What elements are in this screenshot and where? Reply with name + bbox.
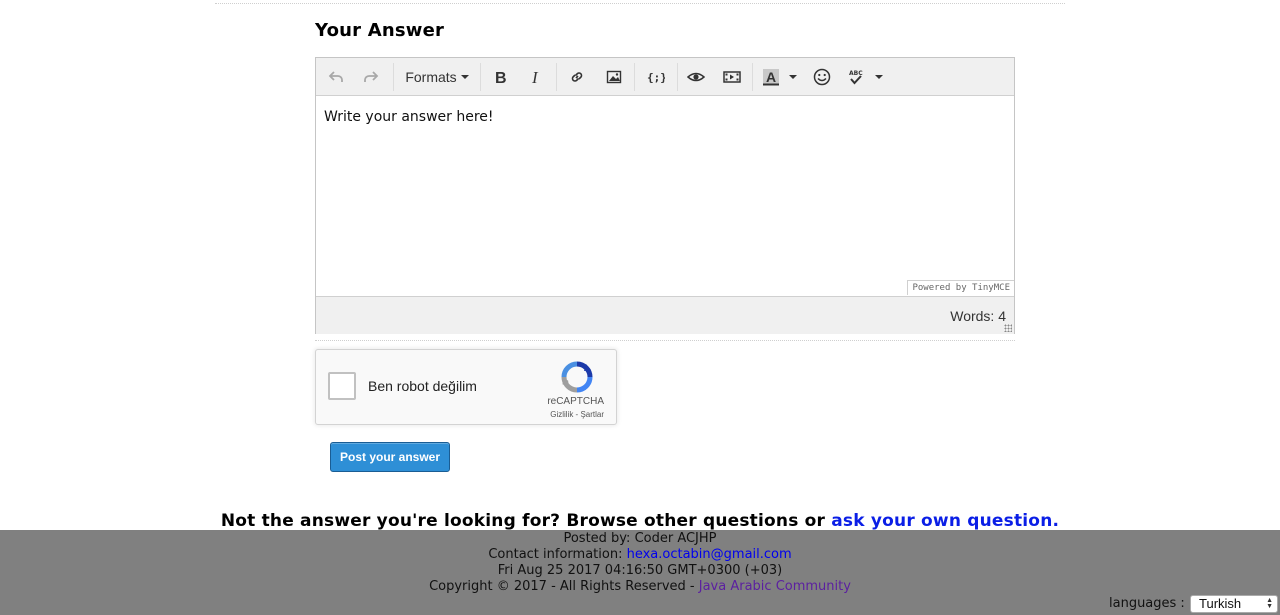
bold-icon[interactable]: B [488,64,512,90]
top-divider [215,3,1065,4]
editor-content-area[interactable]: Write your answer here! Powered by TinyM… [316,96,1014,295]
toolbar-separator [752,63,753,91]
answer-heading: Your Answer [315,20,445,41]
chevron-down-icon[interactable] [872,64,886,90]
footer-copyright-text: Copyright © 2017 - All Rights Reserved - [429,579,695,594]
formats-dropdown[interactable]: Formats [402,64,472,90]
code-sample-icon[interactable]: {;} [643,64,669,90]
not-the-answer-text: Not the answer you're looking for? Brows… [220,511,826,531]
ask-own-question-link[interactable]: ask your own question. [831,511,1059,531]
editor-statusbar: Words: 4 [316,296,1014,334]
text-color-icon[interactable]: A [759,64,783,90]
svg-text:A: A [766,69,776,85]
languages-label: languages : [1109,596,1185,611]
formats-label: Formats [405,69,457,85]
word-count: Words: 4 [950,308,1006,324]
resize-handle-icon[interactable] [1004,324,1012,332]
section-divider [315,340,1015,341]
toolbar-separator [480,63,481,91]
svg-text:B: B [495,70,507,85]
language-selected-value: Turkish [1199,596,1242,611]
toolbar-separator [556,63,557,91]
footer-copyright: Copyright © 2017 - All Rights Reserved -… [0,579,1280,594]
undo-icon[interactable] [324,64,348,90]
chevron-down-icon [460,75,469,79]
not-the-answer-banner: Not the answer you're looking for? Brows… [0,511,1280,531]
spellcheck-icon[interactable]: ABC [844,64,868,90]
chevron-down-icon[interactable] [786,64,800,90]
rich-text-editor: Formats B I {;} A ABC Write your answer … [315,57,1015,334]
recaptcha-checkbox[interactable] [328,372,356,400]
footer-contact-email-link[interactable]: hexa.octabin@gmail.com [627,547,792,562]
svg-text:{;}: {;} [647,71,665,84]
toolbar-separator [677,63,678,91]
redo-icon[interactable] [359,64,383,90]
editor-placeholder-text: Write your answer here! [324,109,494,125]
recaptcha-label: Ben robot değilim [368,378,477,394]
footer-contact: Contact information: hexa.octabin@gmail.… [0,547,1280,562]
toolbar-separator [634,63,635,91]
footer-date: Fri Aug 25 2017 04:16:50 GMT+0300 (+03) [497,563,783,578]
image-icon[interactable] [602,64,626,90]
language-select[interactable]: Turkish ▲ ▼ [1190,595,1278,613]
toolbar-separator [393,63,394,91]
post-answer-button[interactable]: Post your answer [330,442,450,472]
recaptcha-widget: Ben robot değilim reCAPTCHA Gizlilik - Ş… [315,349,617,425]
svg-text:ABC: ABC [849,70,863,77]
link-icon[interactable] [565,64,589,90]
footer-contact-label: Contact information: [488,547,623,562]
footer-site-link[interactable]: Java Arabic Community [699,579,851,594]
editor-toolbar: Formats B I {;} A ABC [316,58,1014,96]
tinymce-branding: Powered by TinyMCE [907,280,1014,295]
recaptcha-logo-icon [560,360,594,399]
footer-posted-by: Posted by: Coder ACJHP [563,531,717,546]
recaptcha-brand: reCAPTCHA [547,396,604,407]
media-video-icon[interactable] [720,64,744,90]
recaptcha-privacy-terms-links[interactable]: Gizlilik - Şartlar [550,410,604,419]
select-arrows-icon: ▲ ▼ [1266,597,1273,610]
preview-eye-icon[interactable] [684,64,708,90]
svg-text:I: I [531,69,539,85]
emoticon-smiley-icon[interactable] [810,64,834,90]
italic-icon[interactable]: I [524,64,548,90]
